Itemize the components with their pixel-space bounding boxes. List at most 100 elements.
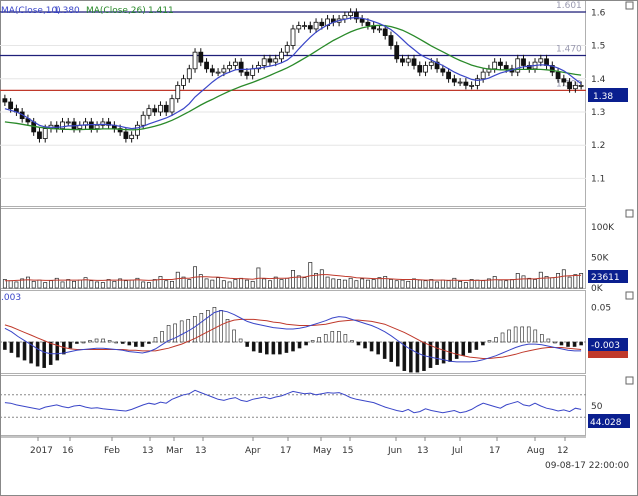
last-price-label: 1.38 xyxy=(593,92,613,102)
candle-body xyxy=(359,18,365,23)
price-legend: MA(Close,10) 1.380 MA(Close,26) 1.411 xyxy=(1,6,174,16)
volume-bar xyxy=(95,281,100,289)
candle-body xyxy=(578,84,584,87)
macd-histogram-bar xyxy=(35,341,40,367)
volume-bar xyxy=(504,280,509,289)
macd-last-value: -0.003 xyxy=(591,341,620,351)
candle-body xyxy=(521,58,526,66)
x-tick-label: 17 xyxy=(280,446,291,456)
volume-bar xyxy=(141,281,146,289)
volume-bar xyxy=(510,279,514,289)
x-tick-label: 13 xyxy=(142,446,153,456)
x-tick-label: Feb xyxy=(104,446,120,456)
volume-bar xyxy=(561,269,566,289)
volume-bar xyxy=(152,279,157,289)
rsi-y-ticks: 50 xyxy=(591,402,603,412)
price-y-tick-label: 1.2 xyxy=(591,141,605,151)
volume-bar xyxy=(83,277,88,289)
volume-bar xyxy=(550,277,555,289)
macd-histogram-bar xyxy=(219,310,223,343)
macd-histogram-bar xyxy=(526,326,531,343)
candle-body xyxy=(209,68,215,73)
candle-body xyxy=(463,81,469,86)
macd-histogram-bar xyxy=(513,326,518,343)
candle-body xyxy=(498,61,503,66)
volume-bar xyxy=(268,280,272,289)
candle-body xyxy=(411,58,417,66)
macd-y-tick-label: 0.05 xyxy=(591,304,611,314)
x-tick-label: 17 xyxy=(489,446,500,456)
rsi-last-value: 44.028 xyxy=(590,418,622,428)
volume-bar xyxy=(14,281,19,289)
macd-histogram-bar xyxy=(566,341,570,347)
candle-body xyxy=(348,11,354,17)
candle-body xyxy=(284,45,290,53)
volume-bar xyxy=(72,280,76,289)
macd-histogram-bar xyxy=(107,340,112,343)
candle-body xyxy=(204,61,209,70)
volume-bar xyxy=(291,270,295,289)
candle-body xyxy=(273,58,279,63)
macd-histogram-bar xyxy=(487,340,492,343)
macd-histogram-bar xyxy=(409,341,413,373)
candle-body xyxy=(302,25,307,27)
macd-histogram-bar xyxy=(337,331,341,343)
macd-histogram-bar xyxy=(251,341,256,352)
candle-body xyxy=(480,71,486,80)
candle-body xyxy=(279,51,284,60)
volume-bar xyxy=(100,282,105,289)
candle-body xyxy=(313,21,319,30)
macd-header: .003 xyxy=(1,293,21,303)
volume-bar xyxy=(446,280,451,289)
candle-body xyxy=(146,108,152,116)
volume-bar xyxy=(538,271,543,289)
macd-histogram-bar xyxy=(238,338,243,343)
legend-ma26-name: MA(Close,26) xyxy=(86,6,146,16)
macd-histogram-bar xyxy=(559,341,564,346)
macd-histogram-bar xyxy=(553,341,557,344)
volume-bar xyxy=(567,276,572,289)
candle-body xyxy=(8,101,14,110)
candle-body xyxy=(65,121,71,124)
x-tick-label: May xyxy=(313,446,332,456)
volume-bar xyxy=(221,280,226,289)
macd-histogram-bar xyxy=(500,332,505,343)
macd-histogram-bar xyxy=(461,341,466,356)
candle-body xyxy=(129,134,135,139)
macd-histogram-bar xyxy=(376,341,380,355)
candle-body xyxy=(163,104,169,113)
candle-body xyxy=(319,21,325,26)
volume-bar xyxy=(365,279,370,289)
candle-body xyxy=(428,61,434,66)
x-tick-label: 2017 xyxy=(30,446,53,456)
candle-body xyxy=(169,98,175,113)
macd-histogram-bar xyxy=(16,341,20,358)
macd-histogram-bar xyxy=(114,341,118,344)
macd-histogram-bar xyxy=(520,326,524,343)
volume-bar xyxy=(112,280,117,289)
macd-histogram-bar xyxy=(88,340,92,343)
macd-histogram-bar xyxy=(297,341,302,349)
volume-bar xyxy=(435,281,440,289)
macd-histogram-bar xyxy=(389,341,394,362)
macd-histogram-bar xyxy=(166,325,171,343)
x-tick-label: Aug xyxy=(527,446,545,456)
volume-bar xyxy=(400,279,405,289)
candle-body xyxy=(250,68,256,76)
macd-histogram-bar xyxy=(382,341,387,359)
volume-bar xyxy=(210,279,215,289)
level-label: 1.601 xyxy=(556,1,582,11)
candle-body xyxy=(158,104,163,113)
candle-body xyxy=(140,114,146,126)
macd-histogram-bar xyxy=(278,341,282,355)
price-y-tick-label: 1.6 xyxy=(591,8,606,18)
volume-bar xyxy=(43,282,48,289)
volume-bar xyxy=(331,278,336,289)
volume-bar xyxy=(204,278,209,289)
volume-bar xyxy=(412,278,416,289)
volume-bar xyxy=(296,275,301,289)
volume-bar xyxy=(175,271,180,289)
volume-bar xyxy=(239,277,244,289)
volume-bar xyxy=(573,274,578,289)
volume-bar xyxy=(250,280,255,289)
